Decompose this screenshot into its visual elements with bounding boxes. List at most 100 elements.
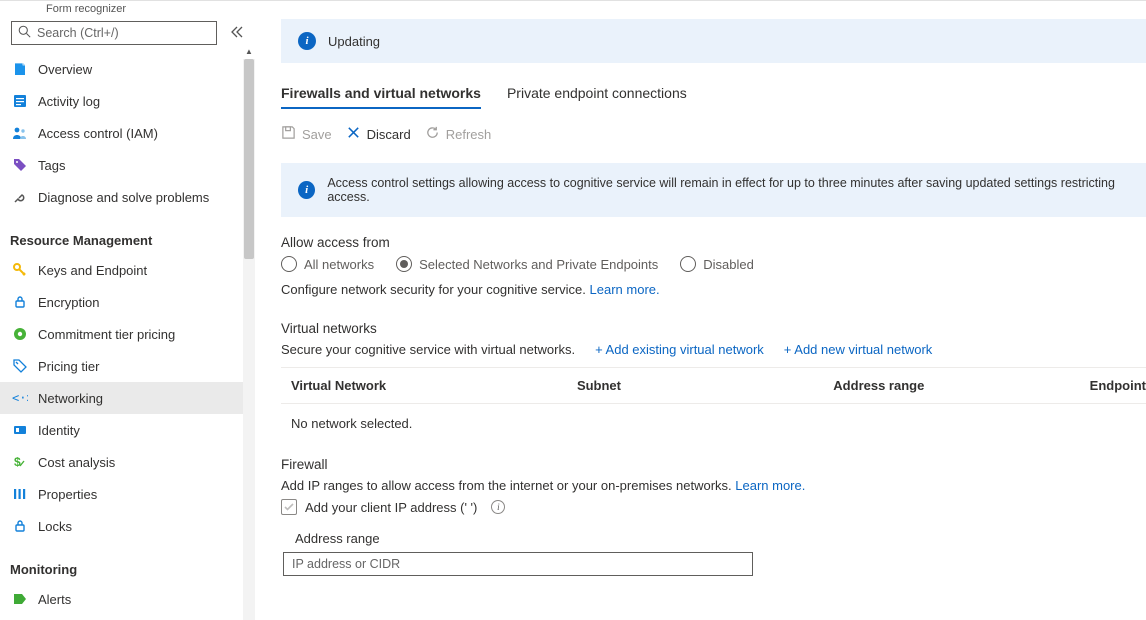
sidebar-item-keys[interactable]: Keys and Endpoint (0, 254, 255, 286)
sidebar-group-title: Resource Management (0, 213, 255, 254)
search-placeholder: Search (Ctrl+/) (37, 26, 119, 40)
sidebar-item-access-control[interactable]: Access control (IAM) (0, 117, 255, 149)
add-new-vnet-link[interactable]: + Add new virtual network (784, 342, 933, 357)
sidebar-item-label: Access control (IAM) (38, 126, 158, 141)
refresh-icon (425, 125, 440, 143)
tab-private-endpoints[interactable]: Private endpoint connections (507, 85, 687, 109)
resource-type-label: Form recognizer (0, 1, 255, 19)
commitment-icon (12, 326, 28, 342)
sidebar-item-tags[interactable]: Tags (0, 149, 255, 181)
firewall-learn-more-link[interactable]: Learn more. (735, 478, 805, 493)
virtual-networks-heading: Virtual networks (281, 321, 1146, 336)
properties-icon (12, 486, 28, 502)
identity-icon (12, 422, 28, 438)
updating-banner: i Updating (281, 19, 1146, 63)
sidebar-item-networking[interactable]: <·> Networking (0, 382, 255, 414)
sidebar-item-properties[interactable]: Properties (0, 478, 255, 510)
access-control-icon (12, 125, 28, 141)
sidebar-scrollbar[interactable]: ▲ (243, 59, 255, 620)
address-range-input[interactable]: IP address or CIDR (283, 552, 753, 576)
info-icon: i (298, 181, 315, 199)
networking-icon: <·> (12, 390, 28, 406)
scroll-thumb[interactable] (244, 59, 254, 259)
sidebar-item-label: Cost analysis (38, 455, 115, 470)
sidebar-item-label: Properties (38, 487, 97, 502)
checkbox-icon (281, 499, 297, 515)
alerts-icon (12, 591, 28, 607)
vnet-desc: Secure your cognitive service with virtu… (281, 342, 575, 357)
sidebar-item-locks[interactable]: Locks (0, 510, 255, 542)
overview-icon (12, 61, 28, 77)
address-range-label: Address range (295, 531, 1146, 546)
search-input[interactable]: Search (Ctrl+/) (11, 21, 217, 45)
sidebar-item-overview[interactable]: Overview (0, 53, 255, 85)
radio-disabled[interactable]: Disabled (680, 256, 754, 272)
sidebar-item-label: Activity log (38, 94, 100, 109)
save-button[interactable]: Save (281, 125, 332, 143)
sidebar-item-activity-log[interactable]: Activity log (0, 85, 255, 117)
pricing-icon (12, 358, 28, 374)
sidebar: Form recognizer Search (Ctrl+/) Overview (0, 1, 255, 620)
radio-selected-networks[interactable]: Selected Networks and Private Endpoints (396, 256, 658, 272)
sidebar-item-label: Encryption (38, 295, 99, 310)
collapse-sidebar-button[interactable] (225, 26, 249, 41)
radio-all-networks[interactable]: All networks (281, 256, 374, 272)
vnet-table: Virtual Network Subnet Address range End… (281, 367, 1146, 439)
radio-circle-icon (281, 256, 297, 272)
refresh-button[interactable]: Refresh (425, 125, 492, 143)
col-address-range: Address range (833, 378, 1089, 393)
diagnose-icon (12, 189, 28, 205)
tabs: Firewalls and virtual networks Private e… (281, 85, 1146, 109)
cost-icon: $ (12, 454, 28, 470)
sidebar-item-pricing[interactable]: Pricing tier (0, 350, 255, 382)
sidebar-item-encryption[interactable]: Encryption (0, 286, 255, 318)
sidebar-item-alerts[interactable]: Alerts (0, 583, 255, 615)
firewall-heading: Firewall (281, 457, 1146, 472)
activity-log-icon (12, 93, 28, 109)
tab-firewalls[interactable]: Firewalls and virtual networks (281, 85, 481, 109)
col-virtual-network: Virtual Network (291, 378, 577, 393)
add-existing-vnet-link[interactable]: + Add existing virtual network (595, 342, 764, 357)
sidebar-item-label: Diagnose and solve problems (38, 190, 209, 205)
radio-circle-icon (680, 256, 696, 272)
sidebar-item-label: Pricing tier (38, 359, 99, 374)
table-header: Virtual Network Subnet Address range End… (281, 367, 1146, 404)
key-icon (12, 262, 28, 278)
tags-icon (12, 157, 28, 173)
sidebar-item-label: Commitment tier pricing (38, 327, 175, 342)
add-client-ip-label: Add your client IP address (' ') (305, 500, 477, 515)
access-notice-text: Access control settings allowing access … (327, 176, 1129, 204)
radio-circle-selected-icon (396, 256, 412, 272)
configure-text: Configure network security for your cogn… (281, 282, 1146, 297)
sidebar-item-diagnose[interactable]: Diagnose and solve problems (0, 181, 255, 213)
double-chevron-left-icon (231, 26, 243, 38)
lock-icon (12, 294, 28, 310)
firewall-desc: Add IP ranges to allow access from the i… (281, 478, 1146, 493)
search-icon (18, 25, 31, 41)
info-icon[interactable]: i (491, 500, 505, 514)
sidebar-group-title: Monitoring (0, 542, 255, 583)
discard-icon (346, 125, 361, 143)
sidebar-item-label: Alerts (38, 592, 71, 607)
sidebar-item-commitment[interactable]: Commitment tier pricing (0, 318, 255, 350)
allow-access-radios: All networks Selected Networks and Priva… (281, 256, 1146, 272)
access-notice-banner: i Access control settings allowing acces… (281, 163, 1146, 217)
address-range-placeholder: IP address or CIDR (292, 557, 400, 571)
sidebar-item-label: Overview (38, 62, 92, 77)
sidebar-item-label: Tags (38, 158, 65, 173)
add-client-ip-checkbox[interactable]: Add your client IP address (' ') i (281, 499, 505, 515)
command-bar: Save Discard Refresh (281, 125, 1146, 143)
discard-button[interactable]: Discard (346, 125, 411, 143)
col-endpoint: Endpoint (1090, 378, 1146, 393)
updating-banner-text: Updating (328, 34, 380, 49)
sidebar-item-identity[interactable]: Identity (0, 414, 255, 446)
learn-more-link[interactable]: Learn more. (590, 282, 660, 297)
svg-text:<·>: <·> (12, 391, 28, 405)
main-panel: i Updating Firewalls and virtual network… (255, 1, 1146, 620)
sidebar-item-cost[interactable]: $ Cost analysis (0, 446, 255, 478)
sidebar-nav: Overview Activity log Access control (IA… (0, 53, 255, 620)
svg-text:$: $ (14, 455, 21, 469)
sidebar-item-label: Networking (38, 391, 103, 406)
col-subnet: Subnet (577, 378, 833, 393)
scroll-up-icon[interactable]: ▲ (243, 45, 255, 57)
